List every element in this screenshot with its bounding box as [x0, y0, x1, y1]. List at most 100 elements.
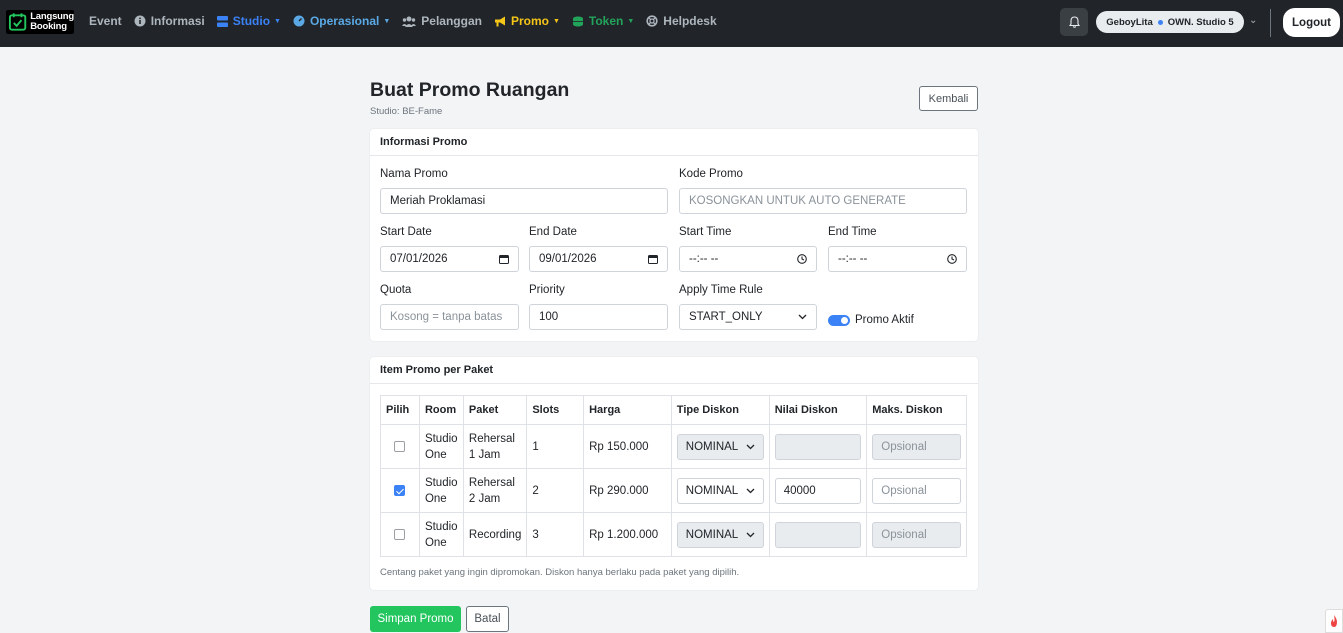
flame-icon[interactable] — [1325, 609, 1343, 633]
kode-promo-input[interactable]: KOSONGKAN UNTUK AUTO GENERATE — [679, 188, 967, 214]
chevron-down-icon — [746, 444, 755, 449]
maks-diskon-input[interactable]: Opsional — [872, 433, 961, 460]
promo-items-card: Item Promo per Paket Pilih Room Paket Sl… — [370, 357, 978, 590]
nav-item-pelanggan[interactable]: Pelanggan — [402, 14, 482, 28]
back-button[interactable]: Kembali — [919, 86, 978, 111]
nav-item-helpdesk[interactable]: Helpdesk — [646, 14, 717, 28]
nilai-diskon-input[interactable] — [774, 521, 862, 548]
maks-diskon-input[interactable]: Opsional — [872, 477, 961, 504]
server-icon — [216, 15, 228, 27]
brand-logo[interactable]: Langsung Booking — [6, 10, 74, 34]
chevron-down-icon — [746, 532, 755, 537]
card-header: Item Promo per Paket — [370, 357, 978, 384]
chevron-down-icon: ▼ — [274, 17, 281, 25]
priority-input[interactable]: 100 — [529, 304, 668, 330]
col-pilih: Pilih — [380, 395, 420, 425]
page-subtitle: Studio: BE-Fame — [370, 106, 443, 117]
cancel-button[interactable]: Batal — [466, 606, 509, 632]
promo-aktif-toggle[interactable] — [828, 315, 850, 326]
end-time-label: End Time — [828, 226, 877, 238]
bell-icon — [1068, 16, 1080, 28]
priority-label: Priority — [529, 284, 565, 296]
save-promo-button[interactable]: Simpan Promo — [370, 606, 461, 632]
end-time-input[interactable]: --:-- -- — [828, 246, 967, 272]
tipe-diskon-select[interactable]: NOMINAL — [676, 477, 764, 504]
nilai-diskon-input[interactable] — [774, 433, 862, 460]
nav-divider — [1270, 9, 1271, 37]
top-navbar: Langsung Booking Event Informasi Studio ▼… — [0, 0, 1343, 47]
nav-item-operasional[interactable]: Operasional ▼ — [293, 14, 390, 28]
table-header-row: Pilih Room Paket Slots Harga Tipe Diskon… — [380, 395, 967, 425]
card-header: Informasi Promo — [370, 129, 978, 156]
quota-input[interactable]: Kosong = tanpa batas — [380, 304, 519, 330]
col-room: Room — [418, 395, 464, 425]
quota-label: Quota — [380, 284, 412, 296]
slots-cell: 1 — [526, 424, 585, 469]
col-tipe-diskon: Tipe Diskon — [670, 395, 770, 425]
clock-icon[interactable] — [947, 254, 957, 264]
nav-item-promo[interactable]: Promo ▼ — [494, 14, 560, 28]
start-time-label: Start Time — [679, 226, 732, 238]
calendar-check-icon — [8, 13, 27, 31]
col-slots: Slots — [526, 395, 585, 425]
col-nilai-diskon: Nilai Diskon — [768, 395, 868, 425]
nav-item-studio[interactable]: Studio ▼ — [216, 14, 281, 28]
maks-diskon-input[interactable]: Opsional — [872, 521, 961, 548]
chevron-down-icon: ▼ — [627, 17, 635, 25]
start-time-input[interactable]: --:-- -- — [679, 246, 817, 272]
end-date-input[interactable]: 09/01/2026 — [529, 246, 668, 272]
nav-item-informasi[interactable]: Informasi — [134, 14, 205, 28]
table-row: Studio One Recording 3 Rp 1.200.000 NOMI… — [380, 512, 967, 557]
col-maks-diskon: Maks. Diskon — [866, 395, 967, 425]
harga-cell: Rp 290.000 — [583, 468, 672, 513]
nama-promo-label: Nama Promo — [380, 168, 448, 180]
end-date-label: End Date — [529, 226, 577, 238]
time-rule-label: Apply Time Rule — [679, 284, 763, 296]
slots-cell: 3 — [526, 512, 585, 557]
pilih-checkbox[interactable] — [394, 529, 406, 540]
calendar-icon[interactable] — [648, 254, 658, 264]
chevron-down-icon: ▼ — [552, 17, 560, 25]
paket-cell: Recording — [462, 512, 528, 557]
lifebuoy-icon — [646, 15, 658, 27]
clock-icon[interactable] — [797, 254, 807, 264]
paket-cell: Rehersal 2 Jam — [462, 468, 528, 513]
flame-icon — [1331, 614, 1337, 627]
start-date-input[interactable]: 07/01/2026 — [380, 246, 519, 272]
harga-cell: Rp 150.000 — [583, 424, 672, 469]
calendar-icon[interactable] — [499, 254, 509, 264]
table-row: Studio One Rehersal 2 Jam 2 Rp 290.000 N… — [380, 468, 967, 513]
brand-text: Langsung Booking — [30, 11, 74, 32]
bullhorn-icon — [494, 16, 505, 26]
table-row: Studio One Rehersal 1 Jam 1 Rp 150.000 N… — [380, 424, 967, 469]
chevron-down-icon[interactable]: ⌄ — [1249, 15, 1257, 26]
chevron-down-icon: ▼ — [383, 17, 391, 25]
logout-button[interactable]: Logout — [1283, 8, 1340, 37]
paket-cell: Rehersal 1 Jam — [462, 424, 528, 469]
status-dot — [1157, 19, 1163, 25]
nav-item-event[interactable]: Event — [89, 14, 122, 28]
pilih-checkbox[interactable] — [394, 441, 406, 452]
room-cell: Studio One — [418, 424, 464, 469]
nav-menu: Event Informasi Studio ▼ Operasional ▼ Pel… — [89, 0, 729, 42]
user-menu[interactable]: GeboyLita OWN. Studio 5 — [1096, 11, 1244, 33]
tipe-diskon-select[interactable]: NOMINAL — [676, 521, 764, 548]
nilai-diskon-input[interactable]: 40000 — [774, 477, 862, 504]
notification-button[interactable] — [1060, 8, 1088, 36]
nav-item-token[interactable]: Token ▼ — [572, 14, 634, 28]
tipe-diskon-select[interactable]: NOMINAL — [676, 433, 764, 460]
nama-promo-input[interactable]: Meriah Proklamasi — [380, 188, 668, 214]
help-note: Centang paket yang ingin dipromokan. Dis… — [380, 567, 740, 578]
kode-promo-label: Kode Promo — [679, 168, 743, 180]
start-date-label: Start Date — [380, 226, 432, 238]
coins-icon — [572, 16, 583, 26]
promo-info-card: Informasi Promo Nama Promo Meriah Prokla… — [370, 129, 978, 341]
slots-cell: 2 — [526, 468, 585, 513]
room-cell: Studio One — [418, 512, 464, 557]
pilih-checkbox[interactable] — [394, 485, 406, 496]
time-rule-select[interactable]: START_ONLY — [679, 304, 817, 330]
chevron-down-icon — [746, 488, 755, 493]
harga-cell: Rp 1.200.000 — [583, 512, 672, 557]
col-paket: Paket — [462, 395, 528, 425]
promo-items-table: Pilih Room Paket Slots Harga Tipe Diskon… — [380, 395, 967, 557]
